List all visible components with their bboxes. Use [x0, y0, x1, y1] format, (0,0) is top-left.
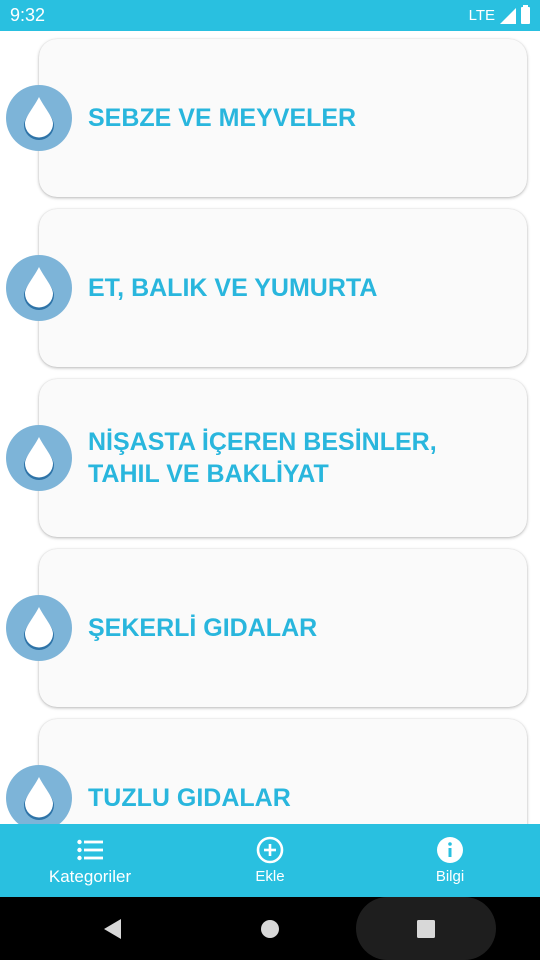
water-drop-icon: [6, 85, 72, 151]
home-button[interactable]: [240, 897, 300, 960]
category-card-sebze-ve-meyveler[interactable]: SEBZE VE MEYVELER: [6, 39, 527, 197]
list-icon: [77, 836, 103, 864]
nav-label-kategoriler: Kategoriler: [48, 867, 132, 886]
water-drop-icon: [6, 595, 72, 661]
category-label: ET, BALIK VE YUMURTA: [88, 274, 378, 302]
home-circle-icon: [261, 919, 279, 938]
recents-square-icon: [417, 919, 435, 938]
water-drop-icon: [6, 425, 72, 491]
category-list[interactable]: SEBZE VE MEYVELER ET, BALIK VE YUMURTA N…: [0, 31, 540, 824]
category-label: ŞEKERLİ GIDALAR: [88, 614, 318, 642]
back-triangle-icon: [104, 918, 121, 939]
nav-label-ekle: Ekle: [255, 868, 285, 885]
nav-label-bilgi: Bilgi: [435, 868, 465, 885]
category-card-tuzlu-gidalar[interactable]: TUZLU GIDALAR: [6, 719, 527, 824]
info-icon: [436, 836, 464, 864]
system-navigation-bar: [0, 897, 540, 960]
nav-item-ekle[interactable]: Ekle: [180, 824, 360, 897]
recents-button[interactable]: [356, 897, 496, 960]
status-bar: 9:32 LTE: [0, 0, 540, 31]
category-label: TUZLU GIDALAR: [88, 784, 291, 812]
water-drop-icon: [6, 765, 72, 824]
water-drop-icon: [6, 255, 72, 321]
battery-icon: [521, 5, 530, 24]
category-card-sekerli-gidalar[interactable]: ŞEKERLİ GIDALAR: [6, 549, 527, 707]
bottom-navigation: Kategoriler Ekle Bilgi: [0, 824, 540, 897]
nav-item-kategoriler[interactable]: Kategoriler: [0, 824, 180, 897]
category-label: SEBZE VE MEYVELER: [88, 104, 357, 132]
status-time: 9:32: [10, 5, 46, 25]
signal-icon: [500, 7, 516, 24]
category-card-et-balik-ve-yumurta[interactable]: ET, BALIK VE YUMURTA: [6, 209, 527, 367]
app-screen: 9:32 LTE SEBZE VE MEYVELER ET, BALIK VE …: [0, 0, 540, 960]
category-label: NİŞASTA İÇEREN BESİNLER, TAHIL VE BAKLİY…: [88, 428, 437, 488]
nav-item-bilgi[interactable]: Bilgi: [360, 824, 540, 897]
category-card-nisasta[interactable]: NİŞASTA İÇEREN BESİNLER, TAHIL VE BAKLİY…: [6, 379, 527, 537]
network-type: LTE: [468, 7, 495, 24]
back-button[interactable]: [82, 897, 142, 960]
add-circle-icon: [256, 836, 284, 864]
status-indicators: LTE: [468, 5, 530, 24]
